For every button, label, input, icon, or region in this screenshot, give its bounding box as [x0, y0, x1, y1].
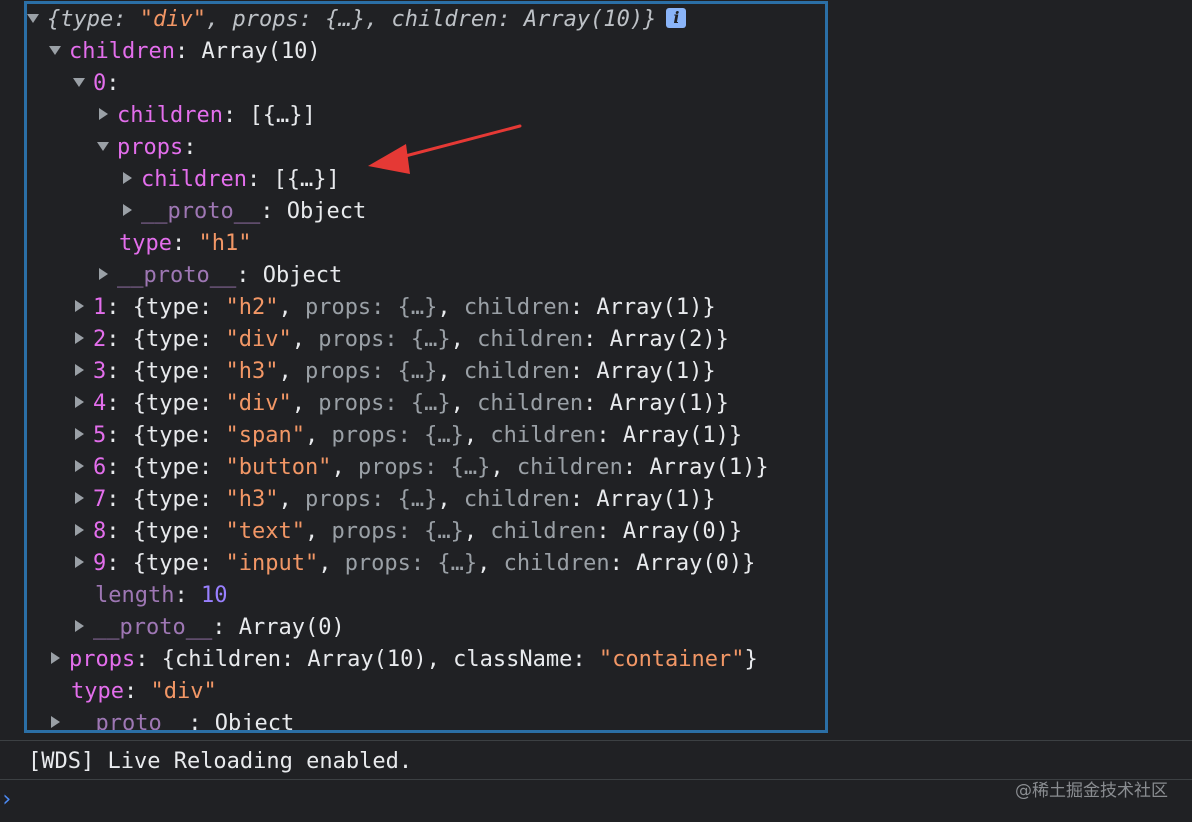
root-summary-row[interactable]: {type: "div", props: {…}, children: Arra…	[27, 4, 687, 36]
array-proto-row[interactable]: __proto__: Array(0)	[73, 612, 345, 644]
divider	[0, 779, 1192, 780]
array-item-row[interactable]: 4: {type: "div", props: {…}, children: A…	[73, 388, 729, 420]
collapse-triangle-icon[interactable]	[75, 300, 84, 312]
collapse-triangle-icon[interactable]	[75, 492, 84, 504]
collapse-triangle-icon[interactable]	[123, 204, 132, 216]
object-inspector-panel: {type: "div", props: {…}, children: Arra…	[24, 1, 828, 733]
collapse-triangle-icon[interactable]	[99, 268, 108, 280]
watermark: @稀土掘金技术社区	[1015, 781, 1168, 801]
item-0-row[interactable]: 0:	[73, 68, 120, 100]
array-item-row[interactable]: 3: {type: "h3", props: {…}, children: Ar…	[73, 356, 716, 388]
array-item-row[interactable]: 6: {type: "button", props: {…}, children…	[73, 452, 769, 484]
collapse-triangle-icon[interactable]	[75, 524, 84, 536]
collapse-triangle-icon[interactable]	[51, 652, 60, 664]
item-0-proto-row[interactable]: __proto__: Object	[97, 260, 342, 292]
collapse-triangle-icon[interactable]	[51, 716, 60, 728]
root-proto-row[interactable]: __proto__: Object	[49, 708, 294, 730]
collapse-triangle-icon[interactable]	[75, 396, 84, 408]
expand-triangle-icon[interactable]	[97, 141, 109, 151]
item-0-type-row: type: "h1"	[119, 231, 252, 256]
length-row: length: 10	[95, 583, 228, 608]
item-0-props-children-row[interactable]: children: [{…}]	[121, 164, 340, 196]
expand-triangle-icon[interactable]	[27, 13, 39, 23]
array-item-row[interactable]: 1: {type: "h2", props: {…}, children: Ar…	[73, 292, 716, 324]
collapse-triangle-icon[interactable]	[75, 460, 84, 472]
array-item-row[interactable]: 9: {type: "input", props: {…}, children:…	[73, 548, 755, 580]
info-icon[interactable]: i	[666, 8, 687, 28]
annotation-arrow-icon	[368, 124, 522, 174]
children-array-row[interactable]: children: Array(10)	[49, 36, 321, 68]
collapse-triangle-icon[interactable]	[75, 620, 84, 632]
item-0-children-row[interactable]: children: [{…}]	[97, 100, 316, 132]
wds-log-message: [WDS] Live Reloading enabled.	[28, 749, 413, 774]
collapse-triangle-icon[interactable]	[123, 172, 132, 184]
expand-triangle-icon[interactable]	[73, 77, 85, 87]
collapse-triangle-icon[interactable]	[75, 428, 84, 440]
expand-triangle-icon[interactable]	[49, 45, 61, 55]
root-type-row: type: "div"	[71, 679, 217, 704]
array-item-row[interactable]: 5: {type: "span", props: {…}, children: …	[73, 420, 742, 452]
item-0-props-proto-row[interactable]: __proto__: Object	[121, 196, 366, 228]
array-item-row[interactable]: 7: {type: "h3", props: {…}, children: Ar…	[73, 484, 716, 516]
collapse-triangle-icon[interactable]	[75, 556, 84, 568]
array-item-row[interactable]: 8: {type: "text", props: {…}, children: …	[73, 516, 742, 548]
collapse-triangle-icon[interactable]	[99, 108, 108, 120]
root-props-row[interactable]: props: {children: Array(10), className: …	[49, 644, 758, 676]
collapse-triangle-icon[interactable]	[75, 364, 84, 376]
collapse-triangle-icon[interactable]	[75, 332, 84, 344]
divider	[0, 740, 1192, 741]
item-0-props-row[interactable]: props:	[97, 132, 196, 164]
console-prompt-chevron-icon[interactable]: ›	[0, 789, 13, 811]
array-item-row[interactable]: 2: {type: "div", props: {…}, children: A…	[73, 324, 729, 356]
